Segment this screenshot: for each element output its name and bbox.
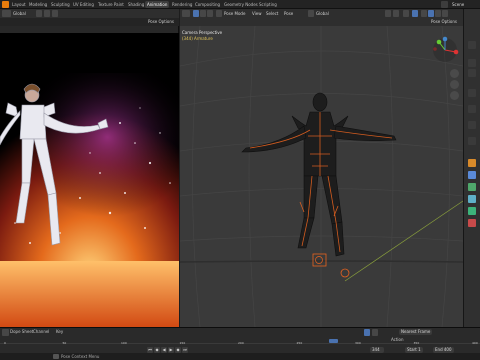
view-menu-vp[interactable]: View — [252, 10, 262, 17]
status-hint: Pose Context Menu — [61, 354, 100, 359]
image-editor-subheader: Pose Options — [0, 18, 179, 26]
snap-mode-dropdown[interactable]: Nearest Frame — [399, 329, 433, 335]
constraints-icon[interactable] — [468, 207, 476, 215]
ruler-tick-label: 100 — [121, 341, 127, 345]
tab-compositing[interactable]: Compositing — [193, 1, 222, 8]
tab-scripting[interactable]: Scripting — [257, 1, 279, 8]
image-editor: Global Pose Options — [0, 9, 179, 327]
end-label: End — [435, 347, 443, 352]
visibility-icon[interactable] — [385, 10, 391, 17]
particles-icon[interactable] — [468, 183, 476, 191]
select-extend-icon[interactable] — [200, 10, 206, 17]
proportional-icon[interactable] — [52, 10, 58, 17]
pose-menu[interactable]: Pose — [284, 10, 293, 17]
scene-name[interactable]: Scene — [452, 1, 464, 8]
orientation-icon[interactable] — [308, 10, 314, 17]
world-properties-icon[interactable] — [468, 121, 476, 129]
start-label: Start — [407, 347, 417, 352]
properties-tab-strip — [463, 9, 480, 327]
tab-rendering[interactable]: Rendering — [170, 1, 194, 8]
physics-icon[interactable] — [468, 195, 476, 203]
gizmo-icon[interactable] — [393, 10, 399, 17]
tab-geometry-nodes[interactable]: Geometry Nodes — [222, 1, 260, 8]
mouse-right-icon — [53, 354, 59, 359]
ruler-tick-label: 350 — [413, 341, 420, 345]
blender-logo-icon[interactable] — [2, 1, 9, 8]
render-properties-icon[interactable] — [468, 59, 476, 67]
camera-perspective-label: Camera Perspective — [182, 30, 223, 35]
overlay-icon[interactable] — [403, 10, 409, 17]
snap-icon[interactable] — [44, 10, 50, 17]
pose-mode-icon[interactable] — [216, 10, 222, 17]
editor-type-icon[interactable] — [2, 10, 11, 17]
zoom-icon[interactable] — [450, 69, 459, 78]
status-bar: Pose Context Menu — [0, 353, 480, 360]
xray-icon[interactable] — [412, 10, 418, 17]
tool-properties-icon[interactable] — [468, 41, 476, 49]
tab-animation[interactable]: Animation — [145, 1, 170, 8]
ruler-tick-label: 50 — [62, 341, 67, 345]
3d-viewport[interactable]: Pose Mode View Select Pose Global Pose O… — [180, 9, 463, 327]
viewport-header: Pose Mode View Select Pose Global — [180, 9, 463, 18]
start-value: 1 — [418, 347, 421, 352]
pan-icon[interactable] — [450, 80, 459, 89]
modifier-properties-icon[interactable] — [468, 171, 476, 179]
shading-material-icon[interactable] — [435, 10, 441, 17]
timeline-ruler[interactable]: 0 50 100 150 200 250 300 350 400 — [0, 341, 480, 346]
ruler-tick-label: 150 — [179, 341, 186, 345]
tab-sculpting[interactable]: Sculpting — [49, 1, 72, 8]
scene-properties-icon[interactable] — [468, 105, 476, 113]
transform-icon[interactable] — [36, 10, 42, 17]
end-value: 400 — [443, 347, 452, 352]
view-layer-icon[interactable] — [468, 89, 476, 97]
shading-rendered-icon[interactable] — [442, 10, 448, 17]
select-menu[interactable]: Select — [266, 10, 278, 17]
scene-icon[interactable] — [441, 1, 448, 8]
tab-shading[interactable]: Shading — [126, 1, 146, 8]
collection-icon[interactable] — [468, 137, 476, 145]
ruler-tick-label: 250 — [296, 341, 303, 345]
ruler-tick-label: 0 — [4, 341, 6, 345]
pose-options-vp[interactable]: Pose Options — [431, 18, 457, 25]
mode-dropdown[interactable]: Pose Mode — [224, 10, 245, 17]
playhead-marker[interactable] — [329, 339, 338, 343]
viewport-subheader: Pose Options — [180, 18, 463, 26]
timeline-editor: Dope Sheet Channel Key Nearest Frame Act… — [0, 327, 480, 353]
auto-key-icon[interactable] — [364, 329, 370, 336]
transform-orientation[interactable]: Global — [316, 10, 329, 17]
select-box-icon[interactable] — [193, 10, 199, 17]
ruler-tick-label: 400 — [472, 341, 478, 345]
viewport-canvas[interactable] — [180, 26, 463, 327]
pose-options-left[interactable]: Pose Options — [148, 18, 174, 25]
view-menu[interactable]: Global — [13, 10, 26, 17]
select-subtract-icon[interactable] — [207, 10, 213, 17]
tab-texture-paint[interactable]: Texture Paint — [96, 1, 126, 8]
navigation-gizmo[interactable] — [430, 35, 460, 65]
key-menu[interactable]: Key — [56, 328, 63, 335]
tab-layout[interactable]: Layout — [10, 1, 28, 8]
shading-wire-icon[interactable] — [421, 10, 427, 17]
camera-view-icon[interactable] — [450, 91, 459, 100]
image-editor-header: Global — [0, 9, 179, 18]
material-icon[interactable] — [468, 219, 476, 227]
tab-modeling[interactable]: Modeling — [27, 1, 49, 8]
keying-set-icon[interactable] — [372, 329, 378, 336]
ruler-tick-label: 300 — [355, 341, 361, 345]
render-preview-image — [0, 33, 179, 327]
tab-uv-editing[interactable]: UV Editing — [71, 1, 96, 8]
timeline-type-icon[interactable] — [2, 329, 9, 336]
armature-frame-label: (344) Armature — [182, 36, 213, 41]
ruler-tick-label: 200 — [238, 341, 244, 345]
workspace-bar: Layout Modeling Sculpting UV Editing Tex… — [0, 0, 480, 9]
object-properties-icon[interactable] — [468, 159, 476, 167]
dope-sheet-menu[interactable]: Dope Sheet — [10, 328, 33, 335]
channel-menu[interactable]: Channel — [33, 328, 49, 335]
viewport-editor-type-icon[interactable] — [182, 10, 190, 17]
output-properties-icon[interactable] — [468, 69, 476, 77]
shading-solid-icon[interactable] — [428, 10, 434, 17]
